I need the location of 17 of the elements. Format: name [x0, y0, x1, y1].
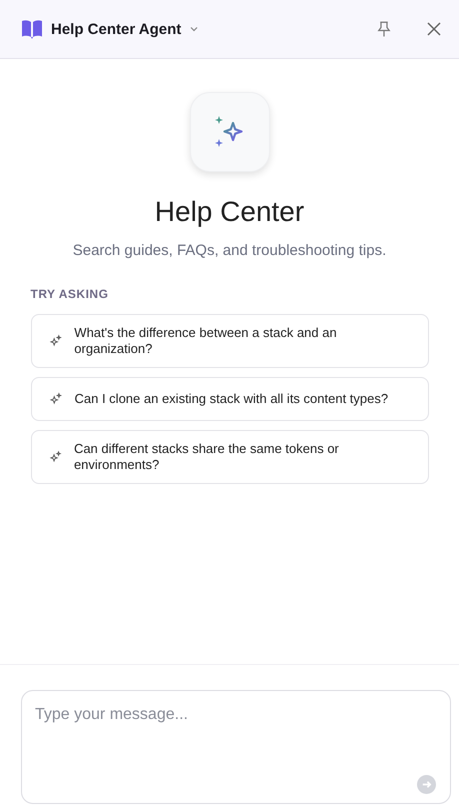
- message-field[interactable]: Type your message...: [21, 690, 451, 804]
- sparkle-icon: [48, 392, 62, 406]
- sparkle-icon: [48, 450, 62, 464]
- close-icon[interactable]: [427, 22, 441, 36]
- suggestion-card[interactable]: What's the difference between a stack and an organization?: [30, 314, 428, 368]
- arrow-right-icon: [421, 779, 432, 790]
- suggestion-card[interactable]: Can I clone an existing stack with all its content types?: [30, 377, 428, 421]
- chevron-down-icon[interactable]: [189, 24, 200, 34]
- pin-icon[interactable]: [375, 20, 393, 38]
- sparkles-icon: [214, 115, 244, 149]
- suggestion-card[interactable]: Can different stacks share the same tokens or environments?: [30, 430, 428, 484]
- agent-title: Help Center Agent: [51, 20, 182, 38]
- sparkle-icon: [48, 334, 62, 348]
- hero-title: Help Center: [154, 196, 304, 228]
- book-icon: [21, 19, 43, 39]
- hero-subtitle: Search guides, FAQs, and troubleshooting tips.: [72, 242, 386, 259]
- section-heading: TRY ASKING: [30, 287, 110, 301]
